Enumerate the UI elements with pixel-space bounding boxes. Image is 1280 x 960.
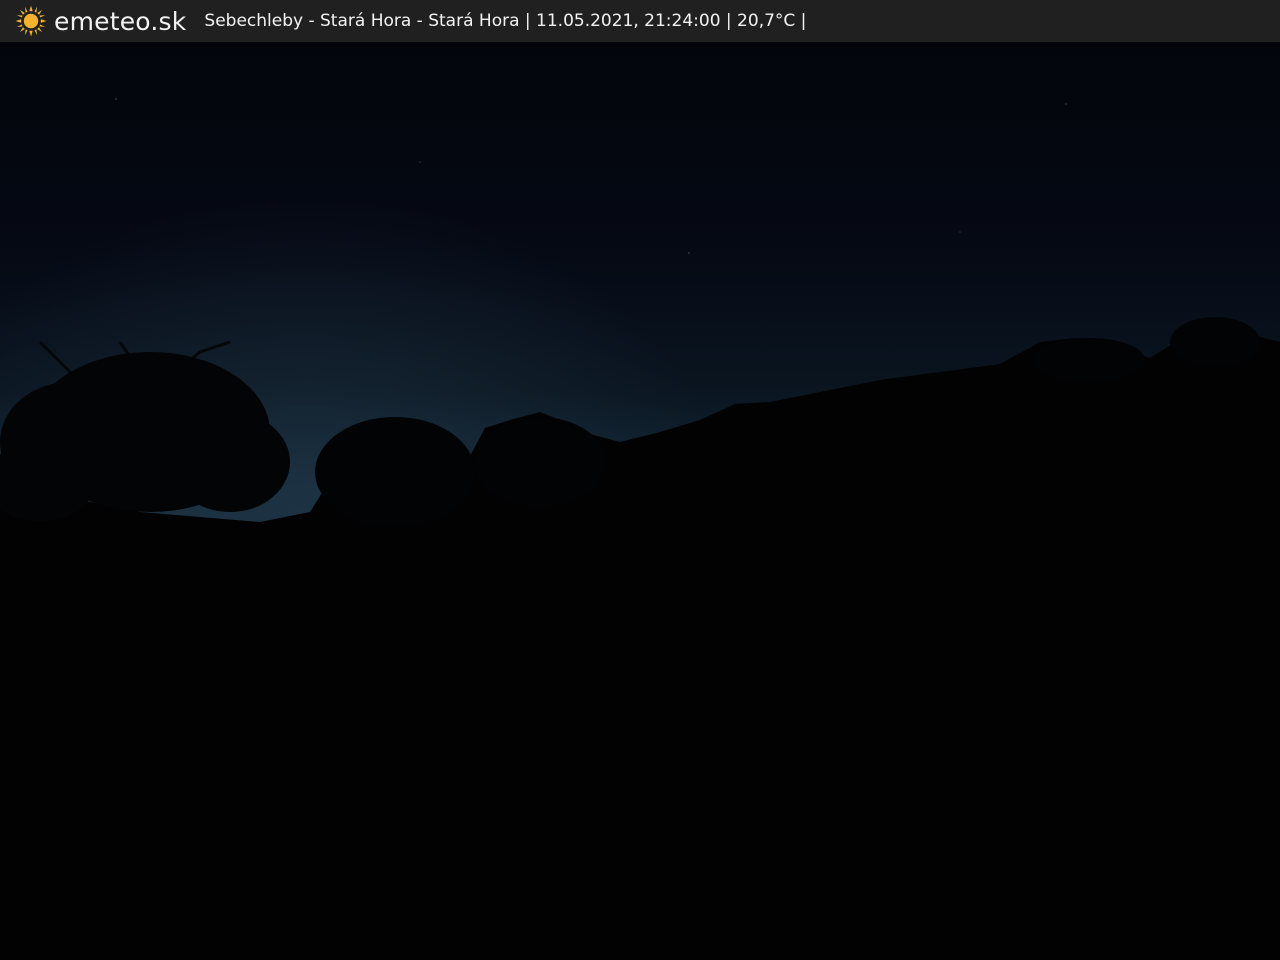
brand-name: emeteo.sk <box>54 6 187 36</box>
night-landscape-photo <box>0 42 1280 960</box>
emeteo-logo: emeteo.sk <box>14 4 186 38</box>
webcam-caption: Sebechleby - Stará Hora - Stará Hora | 1… <box>204 10 807 31</box>
sun-icon <box>15 5 47 37</box>
webcam-frame: emeteo.sk Sebechleby - Stará Hora - Star… <box>0 0 1280 960</box>
webcam-overlay-bar: emeteo.sk Sebechleby - Stará Hora - Star… <box>0 0 1280 42</box>
